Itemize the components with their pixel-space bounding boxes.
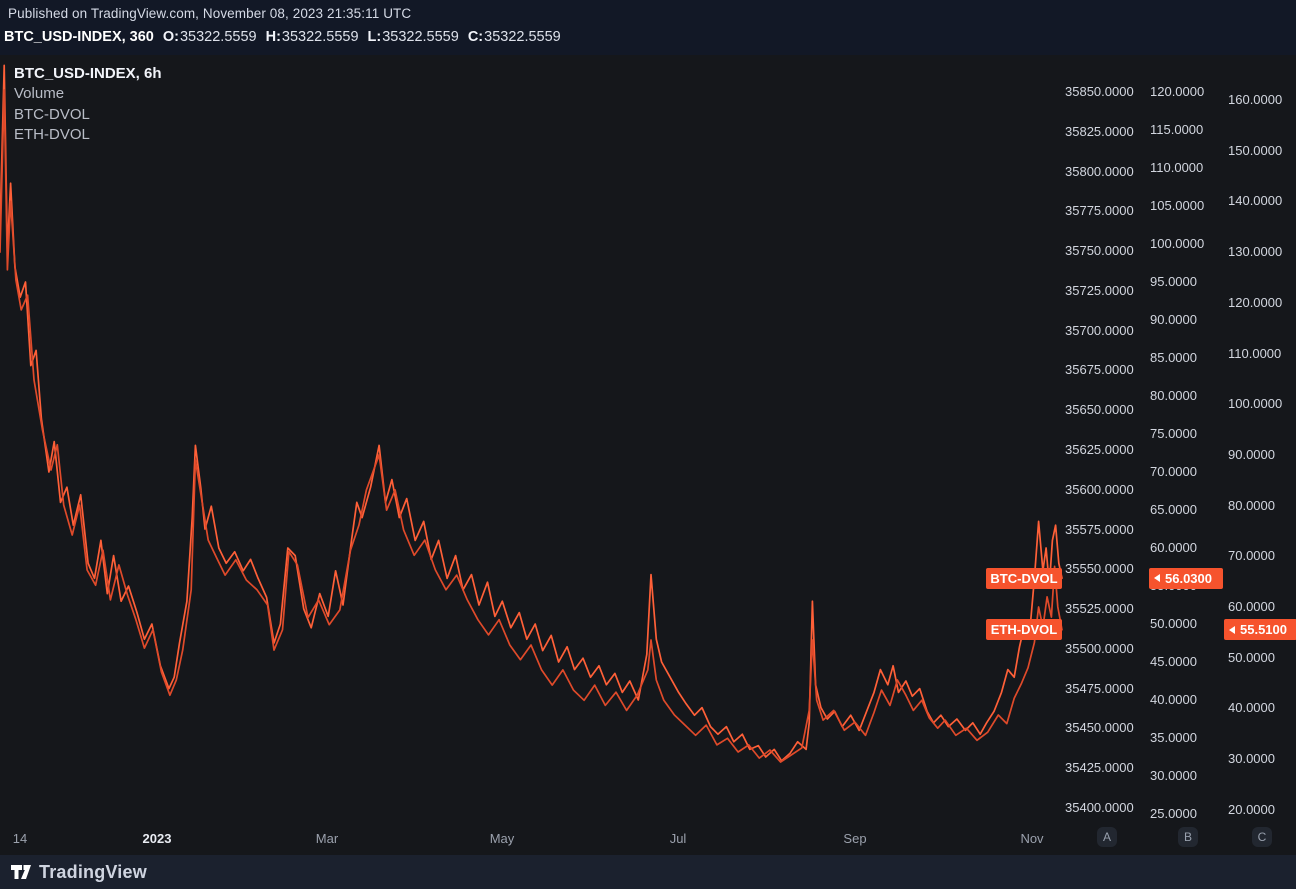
axis-b-tick: 50.0000 [1150, 616, 1197, 632]
axis-a-tick: 35525.0000 [1065, 601, 1134, 617]
axis-c-tick: 150.0000 [1228, 143, 1282, 159]
x-axis-label-mar: Mar [316, 831, 338, 846]
axis-b-tick: 70.0000 [1150, 464, 1197, 480]
axis-c-tick: 30.0000 [1228, 751, 1275, 767]
axis-a-tick: 35700.0000 [1065, 323, 1134, 339]
axis-a-tick: 35800.0000 [1065, 164, 1134, 180]
ohlc-open: O:35322.5559 [163, 29, 257, 45]
axis-c-tick: 160.0000 [1228, 92, 1282, 108]
x-axis-label-sep: Sep [843, 831, 866, 846]
eth-dvol-label-badge: ETH-DVOL [986, 619, 1062, 640]
left-arrow-icon [1154, 574, 1160, 582]
tradingview-footer: TradingView [0, 855, 1296, 889]
axis-b-tick: 90.0000 [1150, 312, 1197, 328]
axis-c-tick: 130.0000 [1228, 244, 1282, 260]
x-axis-label-jul: Jul [670, 831, 687, 846]
axis-b-tick: 65.0000 [1150, 502, 1197, 518]
axis-b-tick: 110.0000 [1150, 160, 1203, 176]
axis-a-tick: 35650.0000 [1065, 402, 1134, 418]
scale-button-a[interactable]: A [1097, 827, 1117, 847]
legend-symbol-title[interactable]: BTC_USD-INDEX, 6h [14, 64, 162, 84]
axis-a-tick: 35775.0000 [1065, 203, 1134, 219]
axis-b-tick: 120.0000 [1150, 84, 1204, 100]
axis-b-tick: 60.0000 [1150, 540, 1197, 556]
ohlc-bar: BTC_USD-INDEX, 360 O:35322.5559 H:35322.… [4, 29, 561, 45]
left-arrow-icon [1229, 626, 1235, 634]
tradingview-wordmark[interactable]: TradingView [39, 862, 147, 883]
axis-c-tick: 50.0000 [1228, 650, 1275, 666]
axis-a-tick: 35600.0000 [1065, 482, 1134, 498]
x-axis-label-nov: Nov [1020, 831, 1043, 846]
chart-area[interactable]: BTC_USD-INDEX, 6h Volume BTC-DVOL ETH-DV… [0, 55, 1296, 855]
axis-b-tick: 30.0000 [1150, 768, 1197, 784]
axis-b-tick: 95.0000 [1150, 274, 1197, 290]
axis-b-tick: 105.0000 [1150, 198, 1204, 214]
axis-a-tick: 35675.0000 [1065, 362, 1134, 378]
axis-c-tick: 100.0000 [1228, 396, 1282, 412]
eth-dvol-value-badge: 55.5100 [1224, 619, 1296, 640]
axis-c-tick: 20.0000 [1228, 802, 1275, 818]
axis-c-tick: 90.0000 [1228, 447, 1275, 463]
axis-b-tick: 115.0000 [1150, 122, 1203, 138]
axis-b-tick: 40.0000 [1150, 692, 1197, 708]
axis-a-tick: 35400.0000 [1065, 800, 1134, 816]
publish-header: Published on TradingView.com, November 0… [0, 0, 1296, 55]
axis-c-tick: 110.0000 [1228, 346, 1281, 362]
axis-c-tick: 80.0000 [1228, 498, 1275, 514]
axis-a-tick: 35625.0000 [1065, 442, 1134, 458]
ohlc-close: C:35322.5559 [468, 29, 561, 45]
axis-a-tick: 35575.0000 [1065, 522, 1134, 538]
axis-c-tick: 40.0000 [1228, 700, 1275, 716]
axis-a-tick: 35725.0000 [1065, 283, 1134, 299]
scale-button-b[interactable]: B [1178, 827, 1198, 847]
axis-b-tick: 25.0000 [1150, 806, 1197, 822]
scale-button-c[interactable]: C [1252, 827, 1272, 847]
symbol-interval-label: BTC_USD-INDEX, 360 [4, 29, 154, 45]
axis-c-tick: 60.0000 [1228, 599, 1275, 615]
axis-c-tick: 140.0000 [1228, 193, 1282, 209]
axis-b-tick: 45.0000 [1150, 654, 1197, 670]
axis-b-tick: 35.0000 [1150, 730, 1197, 746]
legend-item-volume[interactable]: Volume [14, 84, 162, 105]
axis-b-tick: 75.0000 [1150, 426, 1197, 442]
x-axis-label-14: 14 [13, 831, 27, 846]
axis-b-tick: 100.0000 [1150, 236, 1204, 252]
ohlc-low: L:35322.5559 [368, 29, 459, 45]
axis-a-tick: 35425.0000 [1065, 760, 1134, 776]
axis-a-tick: 35750.0000 [1065, 243, 1134, 259]
axis-a-tick: 35500.0000 [1065, 641, 1134, 657]
eth-dvol-line [0, 90, 1062, 762]
legend-item-btc-dvol[interactable]: BTC-DVOL [14, 105, 162, 126]
axis-a-tick: 35450.0000 [1065, 720, 1134, 736]
btc-dvol-line [0, 65, 1062, 760]
ohlc-high: H:35322.5559 [266, 29, 359, 45]
publish-timestamp: Published on TradingView.com, November 0… [8, 6, 411, 21]
axis-c-tick: 120.0000 [1228, 295, 1282, 311]
tradingview-logo-icon[interactable] [10, 861, 32, 883]
btc-dvol-value-badge: 56.0300 [1149, 568, 1223, 589]
axis-b-tick: 80.0000 [1150, 388, 1197, 404]
axis-a-tick: 35550.0000 [1065, 561, 1134, 577]
axis-a-tick: 35475.0000 [1065, 681, 1134, 697]
axis-a-tick: 35825.0000 [1065, 124, 1134, 140]
axis-b-tick: 85.0000 [1150, 350, 1197, 366]
legend-item-eth-dvol[interactable]: ETH-DVOL [14, 125, 162, 146]
axis-a-tick: 35850.0000 [1065, 84, 1134, 100]
chart-legend: BTC_USD-INDEX, 6h Volume BTC-DVOL ETH-DV… [14, 64, 162, 146]
axis-c-tick: 70.0000 [1228, 548, 1275, 564]
btc-dvol-label-badge: BTC-DVOL [986, 568, 1062, 589]
x-axis-label-may: May [490, 831, 515, 846]
x-axis-label-2023: 2023 [143, 831, 172, 846]
